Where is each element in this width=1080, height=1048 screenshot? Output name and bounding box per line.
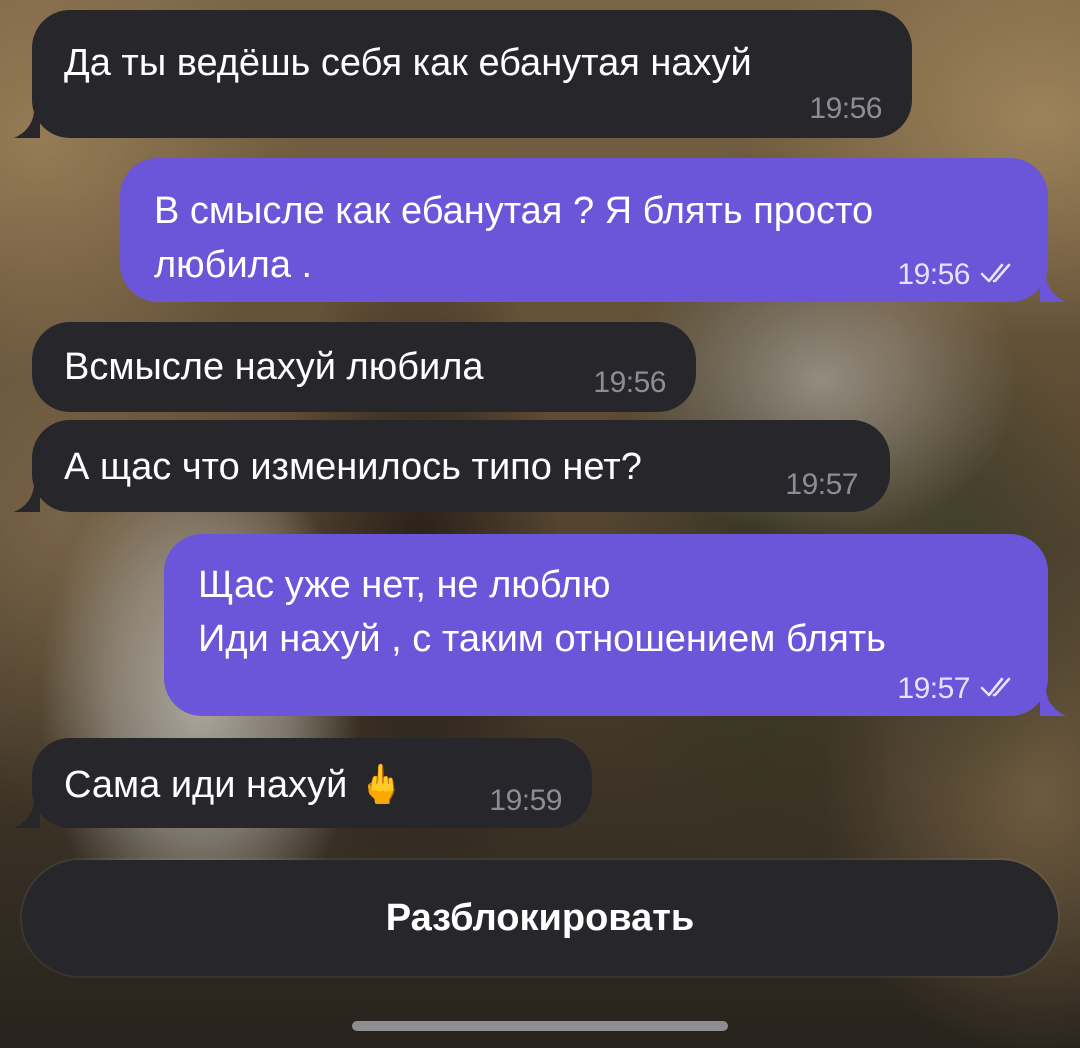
message-bubble-incoming[interactable]: Всмысле нахуй любила 19:56 xyxy=(32,322,696,412)
message-text: В смысле как ебанутая ? Я блять просто л… xyxy=(154,190,874,286)
message-time: 19:56 xyxy=(593,366,666,399)
message-time: 19:56 xyxy=(809,92,882,125)
bubble-tail xyxy=(14,802,40,828)
message-text: А щас что изменилось типо нет? xyxy=(64,446,642,488)
unblock-button[interactable]: Разблокировать xyxy=(22,860,1058,976)
message-text: Сама иди нахуй 🖕 xyxy=(64,764,406,806)
home-indicator[interactable] xyxy=(352,1021,728,1031)
message-bubble-outgoing[interactable]: В смысле как ебанутая ? Я блять просто л… xyxy=(120,158,1048,302)
bubble-tail xyxy=(1040,690,1066,716)
message-time: 19:57 xyxy=(897,672,970,705)
double-check-icon xyxy=(980,677,1011,697)
message-bubble-outgoing[interactable]: Щас уже нет, не люблю Иди нахуй , с таки… xyxy=(164,534,1048,716)
bubble-tail xyxy=(14,486,40,512)
bubble-tail xyxy=(14,112,40,138)
message-bubble-incoming[interactable]: Сама иди нахуй 🖕 19:59 xyxy=(32,738,592,828)
message-bubble-incoming[interactable]: А щас что изменилось типо нет? 19:57 xyxy=(32,420,890,512)
message-time: 19:59 xyxy=(489,784,562,817)
message-bubble-incoming[interactable]: Да ты ведёшь себя как ебанутая нахуй 19:… xyxy=(32,10,912,138)
message-text: Да ты ведёшь себя как ебанутая нахуй xyxy=(64,42,752,84)
message-text: Щас уже нет, не люблю Иди нахуй , с таки… xyxy=(198,564,886,660)
message-text: Всмысле нахуй любила xyxy=(64,346,484,388)
message-time: 19:57 xyxy=(785,468,858,501)
message-time: 19:56 xyxy=(897,258,970,291)
bubble-tail xyxy=(1040,276,1066,302)
double-check-icon xyxy=(980,263,1011,283)
